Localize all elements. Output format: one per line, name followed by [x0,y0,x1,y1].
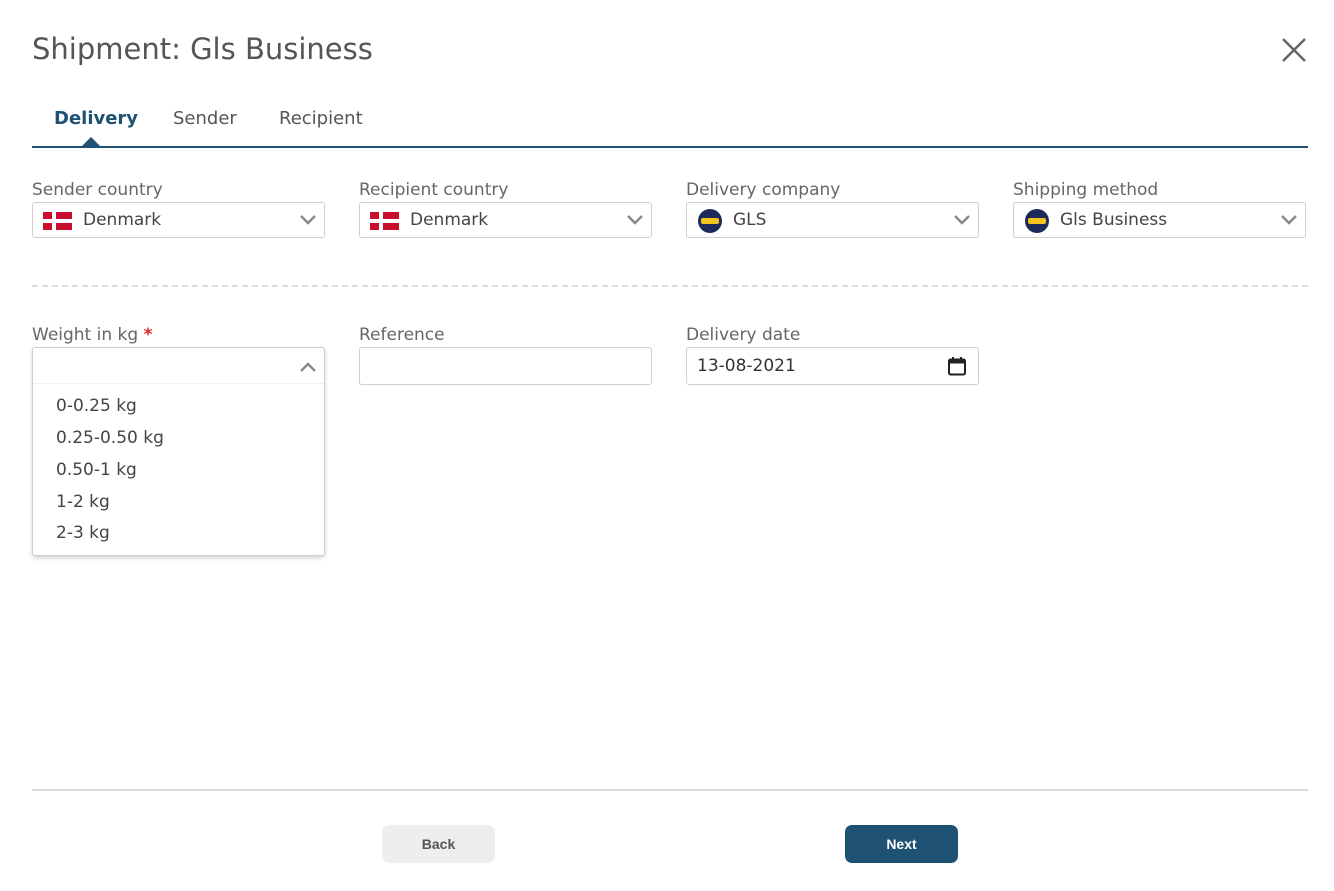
tab-recipient[interactable]: Recipient [279,108,363,129]
calendar-icon[interactable] [947,356,967,376]
close-icon[interactable] [1280,36,1308,64]
denmark-flag-icon [43,212,72,230]
next-button[interactable]: Next [845,825,958,863]
chevron-down-icon [300,215,316,225]
delivery-company-value: GLS [733,210,767,230]
delivery-company-select[interactable]: GLS [686,202,979,238]
weight-label-text: Weight in kg [32,325,139,345]
weight-option[interactable]: 0-0.25 kg [56,396,137,416]
delivery-company-label: Delivery company [686,180,841,200]
reference-input[interactable] [359,347,652,385]
required-marker: * [143,325,153,345]
weight-option[interactable]: 0.50-1 kg [56,460,137,480]
active-tab-indicator [82,137,100,146]
shipping-method-value: Gls Business [1060,210,1168,230]
chevron-up-icon[interactable] [298,359,318,375]
delivery-date-value: 13-08-2021 [697,356,796,376]
chevron-down-icon [1281,215,1297,225]
shipping-method-label: Shipping method [1013,180,1159,200]
denmark-flag-icon [370,212,399,230]
delivery-date-label: Delivery date [686,325,801,345]
tab-sender[interactable]: Sender [173,108,237,129]
tab-delivery[interactable]: Delivery [54,108,138,129]
weight-label: Weight in kg * [32,325,152,345]
weight-option[interactable]: 0.25-0.50 kg [56,428,164,448]
recipient-country-label: Recipient country [359,180,509,200]
recipient-country-value: Denmark [410,210,489,230]
delivery-date-input[interactable]: 13-08-2021 [686,347,979,385]
weight-option[interactable]: 2-3 kg [56,523,110,543]
dropdown-separator [33,383,324,384]
gls-logo-icon [698,209,722,233]
sender-country-select[interactable]: Denmark [32,202,325,238]
weight-select[interactable]: 0-0.25 kg 0.25-0.50 kg 0.50-1 kg 1-2 kg … [32,347,325,556]
chevron-down-icon [954,215,970,225]
sender-country-label: Sender country [32,180,163,200]
shipping-method-select[interactable]: Gls Business [1013,202,1306,238]
dialog-title: Shipment: Gls Business [32,32,373,66]
sender-country-value: Denmark [83,210,162,230]
footer-divider [32,789,1308,791]
section-divider [32,285,1308,287]
back-button[interactable]: Back [382,825,495,863]
gls-logo-icon [1025,209,1049,233]
recipient-country-select[interactable]: Denmark [359,202,652,238]
tab-bar: Delivery Sender Recipient [32,100,1308,148]
chevron-down-icon [627,215,643,225]
reference-label: Reference [359,325,445,345]
weight-option[interactable]: 1-2 kg [56,492,110,512]
